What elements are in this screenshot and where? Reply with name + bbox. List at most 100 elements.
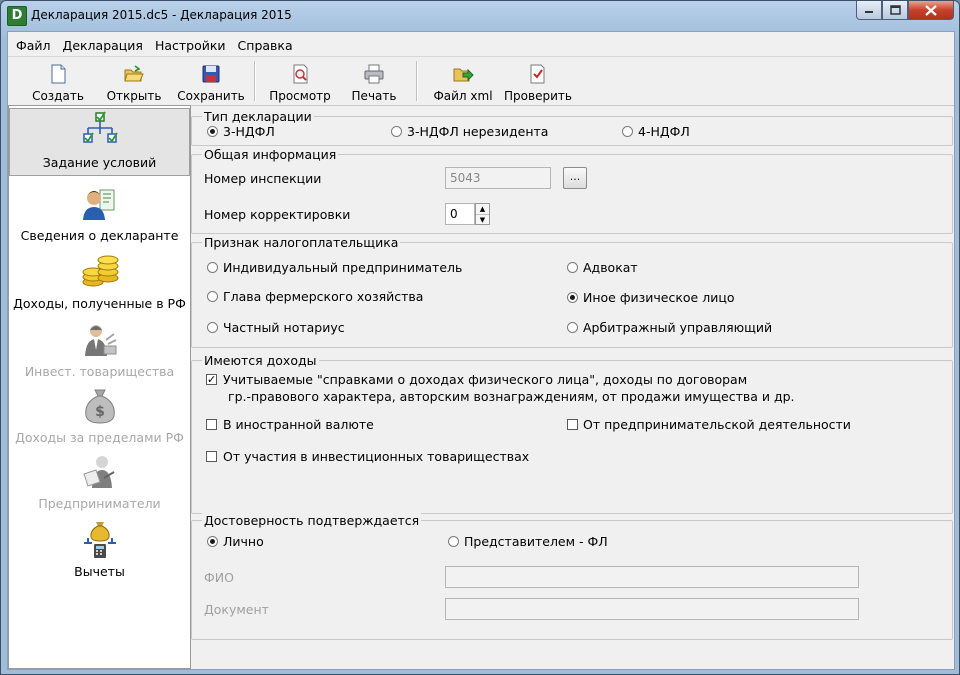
toolbar-separator [416, 61, 418, 101]
check-button[interactable]: Проверить [502, 59, 574, 103]
taxpayer-label-lawyer: Адвокат [583, 260, 638, 275]
income-certificates-checkbox[interactable]: ✓ [206, 374, 217, 385]
preview-button[interactable]: Просмотр [262, 59, 338, 103]
income-investment-checkbox[interactable] [206, 451, 217, 462]
save-button[interactable]: Сохранить [174, 59, 248, 103]
confirmation-group: Достоверность подтверждается Лично Предс… [191, 513, 953, 640]
menu-help[interactable]: Справка [234, 38, 297, 53]
taxpayer-label-notary: Частный нотариус [223, 320, 345, 335]
create-label: Создать [32, 89, 84, 103]
sidebar-item-label: Вычеты [74, 564, 125, 579]
investor-icon [84, 325, 116, 356]
client-area: Файл Декларация Настройки Справка Создат… [7, 31, 955, 670]
sidebar-item-label: Предприниматели [38, 496, 161, 511]
confirmation-radio-personal[interactable] [207, 536, 218, 547]
decl-type-radio-4ndfl[interactable] [622, 126, 633, 137]
inspection-browse-button[interactable]: ... [563, 167, 587, 189]
correction-number-input[interactable]: 0 [445, 203, 475, 225]
taxpayer-radio-lawyer[interactable] [567, 262, 578, 273]
income-certificates-label-line2: гр.-правового характера, авторским возна… [228, 389, 795, 404]
document-label: Документ [204, 602, 269, 617]
title-bar: D Декларация 2015.dc5 - Декларация 2015 [1, 1, 959, 31]
general-info-group: Общая информация Номер инспекции 5043 ..… [191, 147, 953, 234]
income-foreign-currency-checkbox[interactable] [206, 419, 217, 430]
income-title: Имеются доходы [202, 353, 319, 368]
taxpayer-radio-other-individual[interactable] [567, 292, 578, 303]
taxpayer-radio-farmer[interactable] [207, 291, 218, 302]
sidebar-item-income-rf[interactable]: Доходы, полученные в РФ [9, 252, 190, 316]
taxpayer-label-arbitration-manager: Арбитражный управляющий [583, 320, 773, 335]
taxpayer-title: Признак налогоплательщика [202, 235, 401, 250]
entrepreneur-icon [82, 456, 115, 488]
check-label: Проверить [504, 89, 572, 103]
menu-settings[interactable]: Настройки [151, 38, 230, 53]
sidebar-item-invest[interactable]: Инвест. товарищества [9, 320, 190, 384]
close-button[interactable] [908, 1, 954, 20]
sidebar-item-deductions[interactable]: Вычеты [9, 520, 190, 584]
xml-file-button[interactable]: Файл xml [428, 59, 498, 103]
correction-spinner[interactable]: ▲ ▼ [475, 203, 490, 225]
income-investment-label: От участия в инвестиционных товарищества… [223, 449, 530, 464]
open-folder-icon [124, 65, 144, 82]
open-label: Открыть [106, 89, 162, 103]
sidebar-item-declarant[interactable]: Сведения о декларанте [9, 184, 190, 248]
print-button[interactable]: Печать [344, 59, 404, 103]
taxpayer-radio-notary[interactable] [207, 322, 218, 333]
taxpayer-group: Признак налогоплательщика Индивидуальный… [191, 235, 953, 348]
inspection-label: Номер инспекции [204, 171, 322, 186]
income-business-checkbox[interactable] [567, 419, 578, 430]
spin-down-icon[interactable]: ▼ [476, 215, 489, 225]
save-label: Сохранить [177, 89, 245, 103]
taxpayer-label-entrepreneur: Индивидуальный предприниматель [223, 260, 463, 275]
svg-text:$: $ [95, 404, 105, 420]
income-business-label: От предпринимательской деятельности [583, 417, 851, 432]
app-window: D Декларация 2015.dc5 - Декларация 2015 … [0, 0, 960, 675]
toolbar-separator [254, 61, 256, 101]
window-title: Декларация 2015.dc5 - Декларация 2015 [31, 8, 292, 22]
taxpayer-label-farmer: Глава фермерского хозяйства [223, 289, 424, 304]
confirmation-radio-representative[interactable] [448, 536, 459, 547]
create-button[interactable]: Создать [28, 59, 88, 103]
sidebar-item-label: Задание условий [42, 155, 157, 170]
general-info-title: Общая информация [202, 147, 339, 162]
confirmation-label-personal: Лично [223, 534, 264, 549]
sidebar-item-entrepreneurs[interactable]: Предприниматели [9, 452, 190, 516]
sidebar-item-label: Доходы, полученные в РФ [13, 296, 186, 311]
menu-declaration[interactable]: Декларация [59, 38, 147, 53]
income-group: Имеются доходы ✓ Учитываемые "справками … [191, 353, 953, 514]
xml-file-label: Файл xml [433, 89, 493, 103]
decl-type-radio-3ndfl[interactable] [207, 126, 218, 137]
income-foreign-currency-label: В иностранной валюте [223, 417, 374, 432]
sidebar-item-income-abroad[interactable]: $ Доходы за пределами РФ [9, 386, 190, 450]
inspection-number-field[interactable]: 5043 [445, 167, 551, 189]
check-document-icon [530, 64, 545, 84]
taxpayer-radio-entrepreneur[interactable] [207, 262, 218, 273]
minimize-button[interactable] [856, 1, 882, 20]
confirmation-label-representative: Представителем - ФЛ [464, 534, 608, 549]
menu-file[interactable]: Файл [12, 38, 55, 53]
decl-type-title: Тип декларации [202, 109, 314, 124]
new-document-icon [51, 64, 66, 84]
sidebar-item-conditions[interactable]: Задание условий [9, 108, 190, 176]
spin-up-icon[interactable]: ▲ [476, 204, 489, 215]
sidebar-item-label: Инвест. товарищества [24, 364, 175, 379]
document-field[interactable] [445, 598, 859, 620]
taxpayer-radio-arbitration-manager[interactable] [567, 322, 578, 333]
income-certificates-label-line1: Учитываемые "справками о доходах физичес… [223, 372, 748, 387]
preview-label: Просмотр [269, 89, 331, 103]
maximize-button[interactable] [882, 1, 908, 20]
toolbar: Создать Открыть Сохранить Просмотр Печат… [8, 56, 954, 106]
xml-export-icon [453, 68, 474, 82]
close-icon [925, 4, 937, 16]
decl-type-radio-nonresident[interactable] [391, 126, 402, 137]
open-button[interactable]: Открыть [104, 59, 164, 103]
menu-bar: Файл Декларация Настройки Справка [8, 35, 954, 55]
coins-icon [82, 255, 118, 287]
fio-field[interactable] [445, 566, 859, 588]
sidebar-item-label: Сведения о декларанте [20, 228, 179, 243]
decl-type-label-3ndfl: 3-НДФЛ [223, 124, 275, 139]
decl-type-label-nonresident: 3-НДФЛ нерезидента [407, 124, 549, 139]
fio-label: ФИО [204, 570, 234, 585]
print-label: Печать [351, 89, 397, 103]
declarant-icon [82, 189, 114, 220]
